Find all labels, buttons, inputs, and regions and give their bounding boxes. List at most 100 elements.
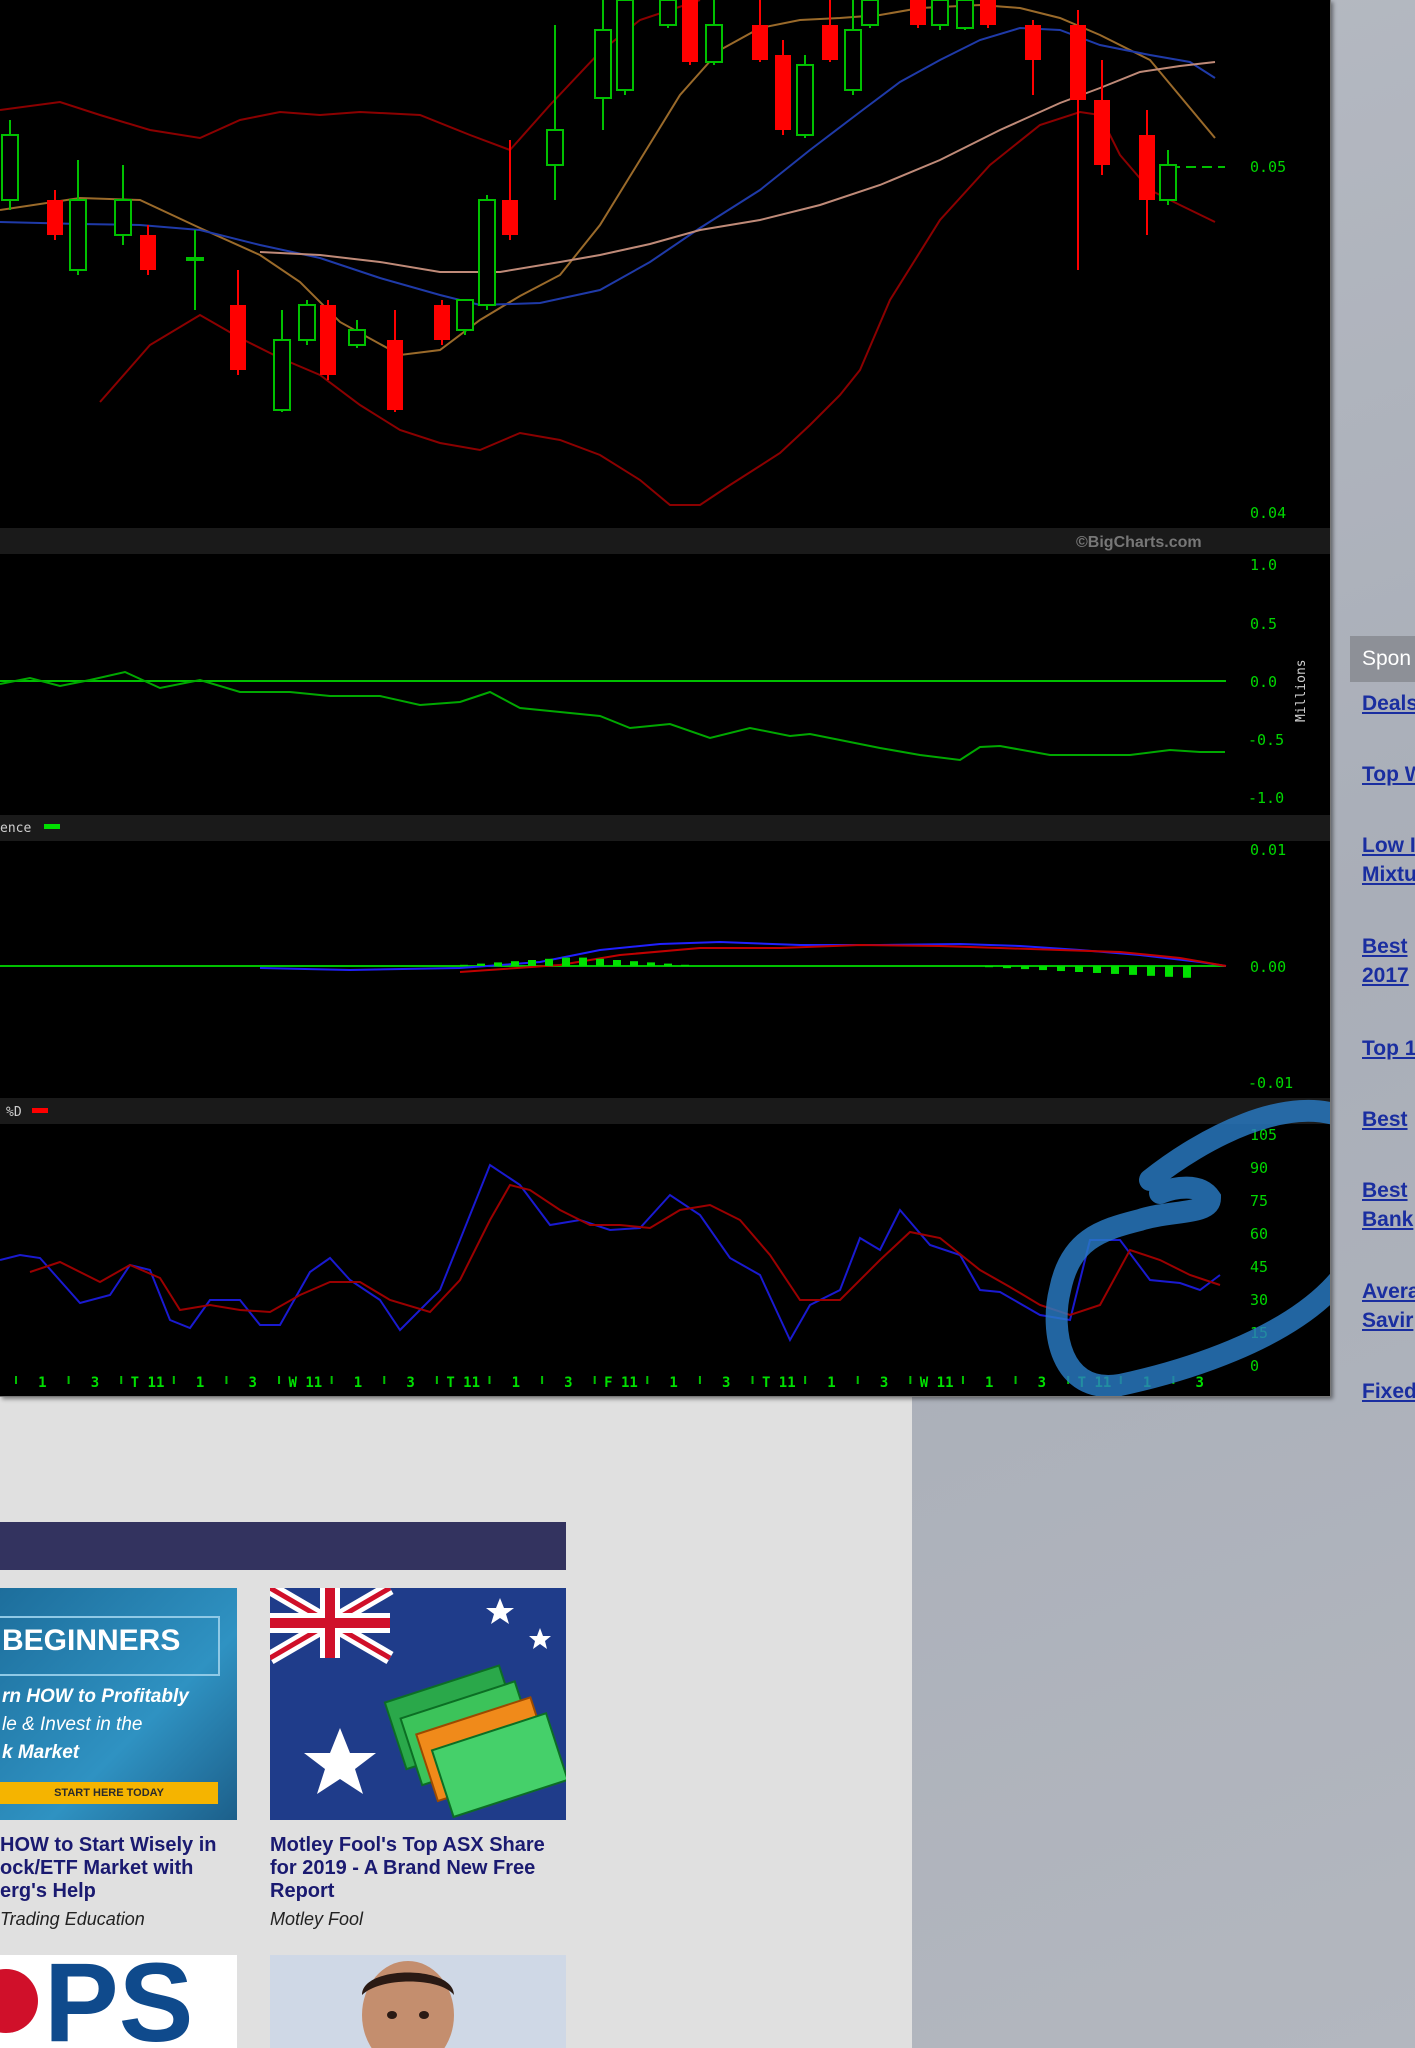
up-candle [956, 0, 974, 29]
sponsored-link-8[interactable]: Avera [1362, 1277, 1415, 1306]
card-1-source: Trading Education [0, 1909, 145, 1929]
stoch-tick-0: 0 [1250, 1357, 1259, 1375]
macd-panel: ence [0, 821, 1227, 978]
date-tick-label: 3 [249, 1375, 257, 1391]
up-candle [861, 0, 879, 26]
date-tick-label: T 11 [131, 1375, 165, 1391]
date-tick-label: 1 [38, 1375, 46, 1391]
stochastic-panel: %D [0, 1105, 1221, 1343]
bigcharts-credit: ©BigCharts.com [1076, 534, 1202, 551]
card-2-image[interactable] [270, 1588, 566, 1820]
macd-histogram-bar [528, 960, 536, 966]
up-candle [796, 64, 814, 136]
card-1-line-3: k Market [2, 1742, 80, 1763]
macd-histogram-bar [579, 957, 587, 966]
sponsored-link-9[interactable]: Fixed [1362, 1377, 1415, 1406]
date-tick-label: T 11 [762, 1375, 796, 1391]
date-tick-label: 1 [827, 1375, 835, 1391]
date-tick-label: 1 [669, 1375, 677, 1391]
down-candle [1139, 135, 1155, 200]
sponsored-link-5[interactable]: Top 1 [1362, 1034, 1415, 1063]
volume-tick-1: 1.0 [1250, 556, 1277, 574]
up-candle [1, 134, 19, 201]
date-tick-label: 3 [564, 1375, 572, 1391]
stoch-tick-60: 60 [1250, 1225, 1268, 1243]
stoch-tick-90: 90 [1250, 1159, 1268, 1177]
card-2-title-line-2[interactable]: for 2019 - A Brand New Free [270, 1857, 535, 1880]
card-1-line-2: le & Invest in the [2, 1714, 143, 1735]
macd-tick-1: 0.01 [1250, 841, 1286, 859]
macd-panel-footer [0, 1098, 1330, 1124]
sponsored-link-7[interactable]: Best [1362, 1176, 1415, 1205]
volume-panel: Millions [0, 659, 1309, 762]
sponsored-link-3[interactable]: Low I [1362, 831, 1415, 860]
macd-histogram-bar [494, 962, 502, 966]
macd-histogram-bar [1039, 966, 1047, 971]
up-candle [298, 304, 316, 341]
card-1-line-1: rn HOW to Profitably [2, 1686, 189, 1707]
card-2-source: Motley Fool [270, 1909, 364, 1929]
date-axis: 13T 11 1 3 W 11 1 3 T 11 1 3 F 11 1 3 T 11 1 3 W 11 1 3 T … [15, 1375, 1204, 1391]
up-candle [659, 0, 677, 26]
stochastic-d-line [29, 1183, 1221, 1317]
date-tick-label: T 11 [446, 1375, 480, 1391]
macd-histogram-bar [460, 964, 468, 966]
macd-histogram-bar [1183, 966, 1191, 978]
down-candle [230, 305, 246, 370]
price-tick-0.05: 0.05 [1250, 158, 1286, 176]
up-candle [546, 129, 564, 166]
sponsored-link-4[interactable]: Best [1362, 932, 1415, 961]
up-candle [478, 199, 496, 306]
card-1-cta: START HERE TODAY [0, 1782, 218, 1804]
macd-histogram-bar [1057, 966, 1065, 972]
up-candle [69, 199, 87, 271]
stoch-tick-75: 75 [1250, 1192, 1268, 1210]
sponsored-link-6[interactable]: Best [1362, 1105, 1415, 1134]
bollinger-lower [99, 110, 1216, 506]
card-1-title-line-1[interactable]: HOW to Start Wisely in [0, 1834, 217, 1857]
date-tick-label: 1 [985, 1375, 993, 1391]
card-3-image[interactable]: PS [0, 1955, 237, 2048]
sponsored-link-1[interactable]: Deals [1362, 689, 1415, 718]
volume-tick-4: -0.5 [1248, 731, 1284, 749]
down-candle [775, 55, 791, 130]
up-candle [616, 0, 634, 91]
macd-histogram-bar [664, 963, 672, 966]
hand-drawn-annotation [1045, 1099, 1330, 1396]
macd-histogram-bar [596, 958, 604, 966]
macd-histogram-bar [545, 958, 553, 966]
stock-chart: Millions ence %D 0.05 0.04 ©BigCharts.co… [0, 0, 1331, 1397]
volume-tick-2: 0.5 [1250, 615, 1277, 633]
card-1-image[interactable]: BEGINNERS rn HOW to Profitably le & Inve… [0, 1588, 237, 1820]
volume-tick-3: 0.0 [1250, 673, 1277, 691]
date-tick-label: W 11 [920, 1375, 954, 1391]
red-star-badge-icon [0, 1969, 38, 2033]
card-2-title-line-3[interactable]: Report [270, 1880, 334, 1903]
macd-histogram-bar [562, 957, 570, 966]
card-1-title-line-3[interactable]: erg's Help [0, 1880, 96, 1903]
sponsored-link-4b[interactable]: 2017 [1362, 961, 1415, 990]
card-1-headline: BEGINNERS [2, 1624, 181, 1657]
sponsored-link-2[interactable]: Top W [1362, 760, 1415, 789]
macd-histogram-bar [1129, 966, 1137, 975]
date-tick-label: 3 [1195, 1375, 1203, 1391]
card-1-title-line-2[interactable]: ock/ETF Market with [0, 1857, 193, 1880]
card-4-image[interactable] [270, 1955, 566, 2048]
macd-histogram [460, 957, 1191, 978]
price-candles [1, 0, 1177, 412]
sponsored-link-8b[interactable]: Savir [1362, 1306, 1415, 1335]
volume-tick-5: -1.0 [1248, 789, 1284, 807]
macd-histogram-bar [681, 964, 689, 966]
macd-tick-2: 0.00 [1250, 958, 1286, 976]
macd-histogram-bar [1165, 966, 1173, 977]
up-candle [273, 339, 291, 411]
australian-flag-money-icon [270, 1588, 566, 1820]
sponsored-link-7b[interactable]: Bank [1362, 1205, 1415, 1234]
sponsored-link-3b[interactable]: Mixtu [1362, 860, 1415, 889]
volume-unit-label: Millions [1294, 659, 1309, 722]
up-candle [456, 299, 474, 331]
date-tick-label: W 11 [288, 1375, 322, 1391]
card-2-title-line-1[interactable]: Motley Fool's Top ASX Share [270, 1834, 545, 1857]
up-candle [1159, 164, 1177, 201]
card-3-logo-text: PS [44, 1955, 194, 2048]
